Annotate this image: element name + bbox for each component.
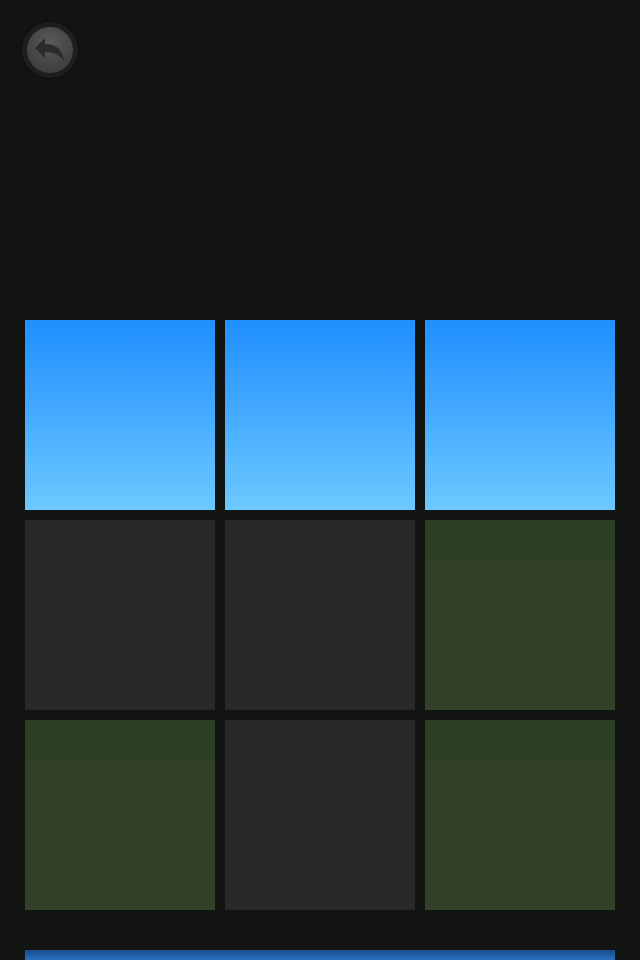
- tile-empty-8[interactable]: [225, 720, 415, 910]
- back-button-face: [27, 27, 73, 73]
- tile-grass-9[interactable]: [425, 720, 615, 910]
- tile-sky-3[interactable]: [425, 320, 615, 510]
- tile-sky-2[interactable]: [225, 320, 415, 510]
- tile-grass-7[interactable]: [25, 720, 215, 910]
- back-arrow-icon: [35, 38, 64, 61]
- grass-strip: [425, 720, 615, 760]
- tile-sky-1[interactable]: [25, 320, 215, 510]
- grass-strip: [25, 720, 215, 760]
- puzzle-grid: [25, 320, 615, 910]
- back-button[interactable]: [22, 22, 78, 78]
- tile-empty-5[interactable]: [225, 520, 415, 710]
- game-screen: [0, 0, 640, 960]
- tile-empty-4[interactable]: [25, 520, 215, 710]
- bottom-bar: [25, 950, 615, 960]
- tile-grass-6[interactable]: [425, 520, 615, 710]
- grass-strip: [425, 520, 615, 560]
